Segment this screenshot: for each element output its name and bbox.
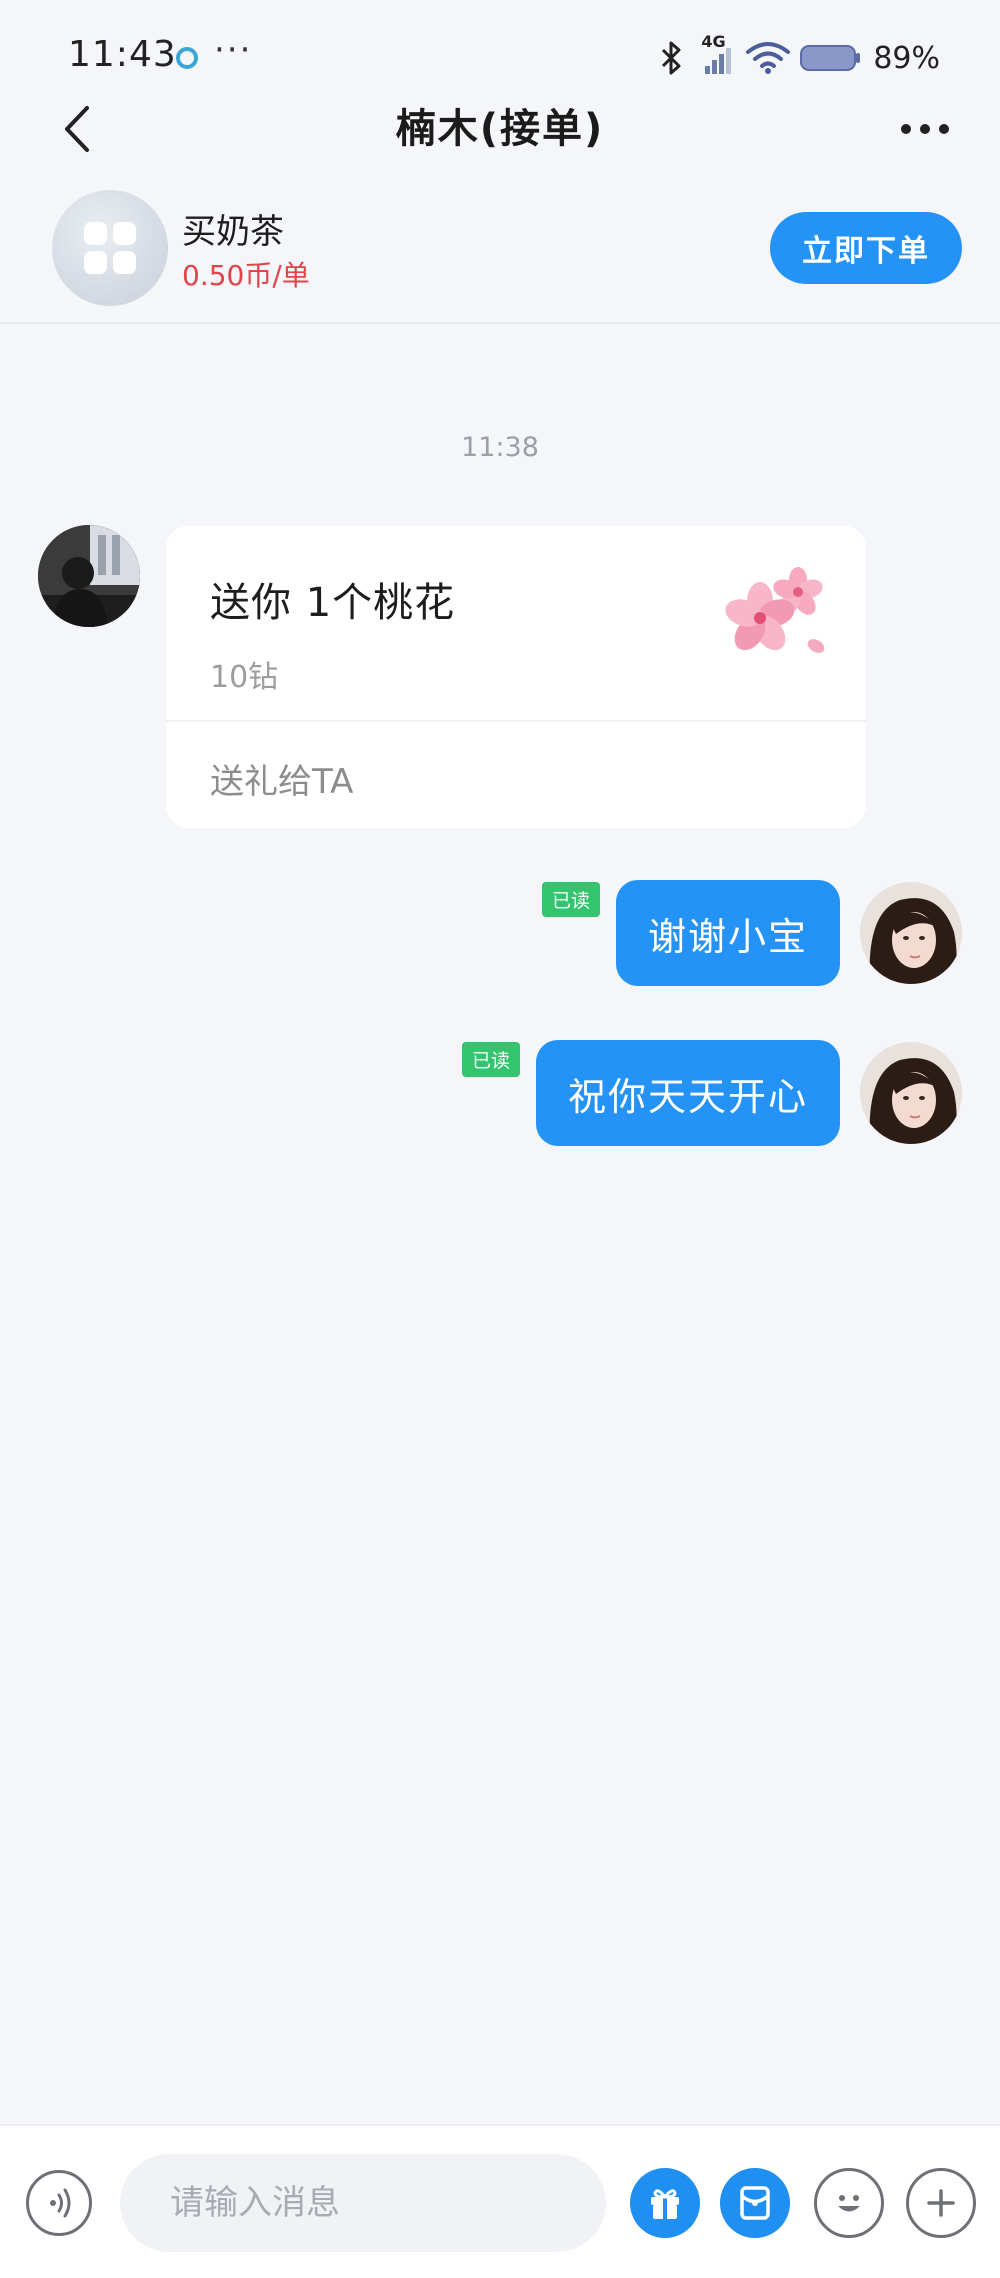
send-gift-link[interactable]: 送礼给TA <box>210 754 353 803</box>
bluetooth-icon <box>662 41 681 75</box>
voice-button[interactable] <box>26 2170 92 2236</box>
chat-screen: 11:43 ··· 4G 89% 楠木(接单) 买奶茶 0.50币/单 立即下单… <box>0 0 1000 2278</box>
service-price: 0.50币/单 <box>182 259 310 292</box>
message-bubble[interactable]: 谢谢小宝 <box>616 880 840 986</box>
voice-icon <box>50 2188 71 2218</box>
read-badge: 已读 <box>461 1042 520 1077</box>
my-avatar[interactable] <box>860 1042 962 1144</box>
title-bar: 楠木(接单) <box>0 80 1000 180</box>
message-row: 已读 谢谢小宝 <box>362 880 962 990</box>
gift-title: 送你 1个桃花 <box>210 580 456 626</box>
more-dots-icon <box>939 124 949 134</box>
service-grid-icon <box>52 190 168 306</box>
emoji-icon <box>838 2195 860 2212</box>
message-row: 已读 祝你天天开心 <box>362 1040 962 1150</box>
status-indicators: 4G 89% <box>659 32 940 78</box>
time-divider: 11:38 <box>461 432 539 463</box>
red-packet-icon <box>740 2186 770 2220</box>
more-options-button[interactable] <box>890 94 960 164</box>
peach-blossom-icon <box>725 567 825 653</box>
battery-icon <box>800 45 861 71</box>
more-dots-icon <box>901 124 911 134</box>
wifi-icon <box>746 42 791 74</box>
more-actions-button[interactable] <box>906 2168 976 2238</box>
more-dots-icon <box>920 124 930 134</box>
battery-percent: 89% <box>873 40 940 76</box>
order-now-button[interactable]: 立即下单 <box>770 212 962 284</box>
order-banner: 买奶茶 0.50币/单 立即下单 <box>0 180 1000 324</box>
cellular-signal-icon: 4G <box>693 32 737 78</box>
service-name: 买奶茶 <box>182 212 284 252</box>
my-avatar[interactable] <box>860 882 962 984</box>
gift-card-divider <box>166 720 866 722</box>
page-title: 楠木(接单) <box>395 106 605 152</box>
read-badge: 已读 <box>541 882 600 917</box>
message-bubble[interactable]: 祝你天天开心 <box>536 1040 840 1146</box>
red-packet-button[interactable] <box>720 2168 790 2238</box>
gift-message-card[interactable]: 送你 1个桃花 10钻 送礼给TA <box>166 526 866 828</box>
more-notifications-icon: ··· <box>214 30 253 70</box>
app-notification-icon <box>176 47 198 69</box>
gift-button[interactable] <box>630 2168 700 2238</box>
message-input-bar <box>0 2124 1000 2278</box>
status-time: 11:43 <box>68 34 177 75</box>
gift-price: 10钻 <box>210 660 279 695</box>
plus-icon <box>927 2189 955 2217</box>
emoji-button[interactable] <box>814 2168 884 2238</box>
message-input[interactable] <box>120 2154 606 2252</box>
gift-icon <box>651 2189 679 2219</box>
contact-avatar[interactable] <box>38 525 140 627</box>
